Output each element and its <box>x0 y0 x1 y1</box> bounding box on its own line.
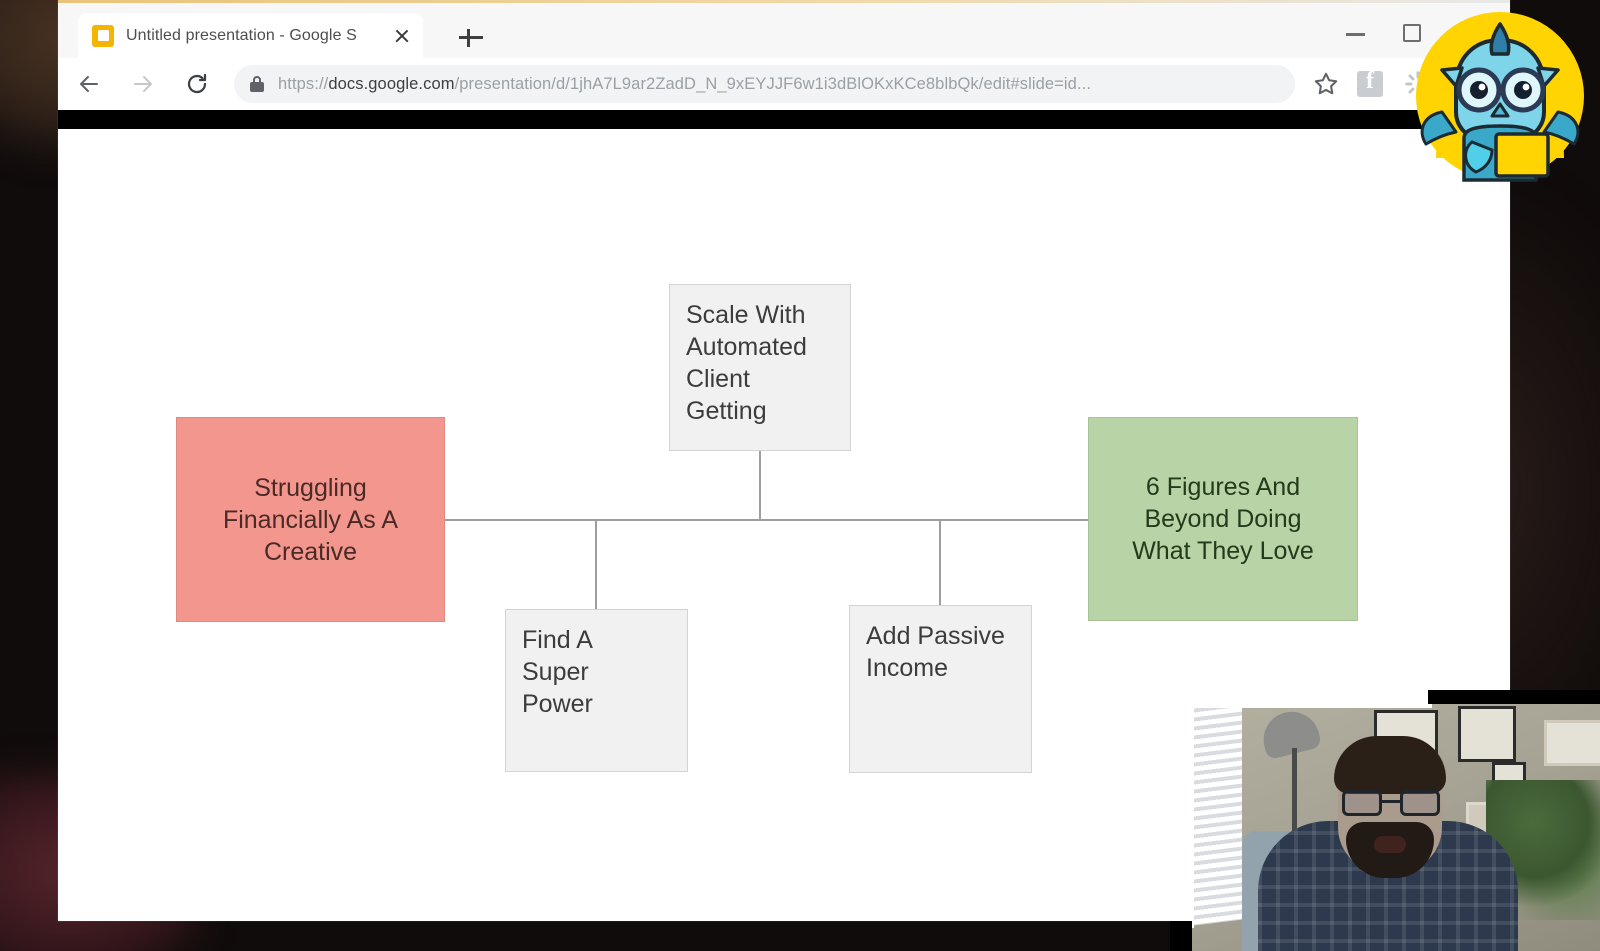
node-label: Scale With Automated Client Getting <box>686 301 807 425</box>
pip-edge-top <box>1170 690 1432 708</box>
address-bar[interactable]: https://docs.google.com/presentation/d/1… <box>234 65 1295 103</box>
star-icon[interactable] <box>1305 63 1347 105</box>
connector-to-superpower <box>595 519 597 609</box>
tab-strip: Untitled presentation - Google S <box>58 3 1510 58</box>
node-label: Find A Super Power <box>522 626 593 718</box>
connector-trunk-horizontal <box>444 519 1089 521</box>
owl-mascot-icon <box>1412 8 1588 184</box>
pip-person-glasses <box>1342 790 1440 816</box>
pip-person-hair <box>1334 736 1446 794</box>
tab-title: Untitled presentation - Google S <box>126 26 357 44</box>
pip-wall-frame <box>1458 706 1516 762</box>
node-six-figures-and-beyond[interactable]: 6 Figures And Beyond Doing What They Lov… <box>1088 417 1358 621</box>
pip-letterbox-top-right <box>1428 690 1600 704</box>
node-label: Struggling Financially As A Creative <box>222 473 399 566</box>
url-path: /presentation/d/1jhA7L9ar2ZadD_N_9xEYJJF… <box>454 74 1092 93</box>
node-find-a-super-power[interactable]: Find A Super Power <box>505 609 688 772</box>
forward-arrow-icon[interactable] <box>120 61 166 107</box>
connector-to-passive <box>939 519 941 605</box>
new-tab-button[interactable] <box>456 23 486 53</box>
reload-icon[interactable] <box>174 61 220 107</box>
back-arrow-icon[interactable] <box>66 61 112 107</box>
url-scheme: https:// <box>278 74 329 93</box>
facebook-icon[interactable] <box>1357 68 1383 97</box>
browser-toolbar: https://docs.google.com/presentation/d/1… <box>58 58 1510 110</box>
minimize-icon[interactable] <box>1328 9 1384 55</box>
url-domain: docs.google.com <box>328 74 455 93</box>
pip-person-mouth <box>1374 836 1406 853</box>
node-struggling-financially[interactable]: Struggling Financially As A Creative <box>176 417 445 622</box>
slides-icon <box>92 24 114 47</box>
webcam-pip <box>1170 690 1600 951</box>
pip-edge-left <box>1170 690 1194 928</box>
close-icon[interactable] <box>391 25 413 47</box>
screen: Untitled presentation - Google S https:/… <box>0 0 1600 951</box>
video-letterbox-band <box>58 110 1510 129</box>
address-bar-url: https://docs.google.com/presentation/d/1… <box>278 75 1091 94</box>
node-scale-with-automated-client-getting[interactable]: Scale With Automated Client Getting <box>669 284 851 451</box>
connector-to-scale <box>759 451 761 521</box>
node-add-passive-income[interactable]: Add Passive Income <box>849 605 1032 773</box>
pip-letterbox-bottom-left <box>1170 921 1192 951</box>
pip-wall-frame <box>1544 720 1600 766</box>
node-label: 6 Figures And Beyond Doing What They Lov… <box>1132 473 1314 565</box>
lock-icon <box>250 76 264 92</box>
tab-untitled-presentation[interactable]: Untitled presentation - Google S <box>78 13 423 58</box>
node-label: Add Passive Income <box>866 622 1005 682</box>
